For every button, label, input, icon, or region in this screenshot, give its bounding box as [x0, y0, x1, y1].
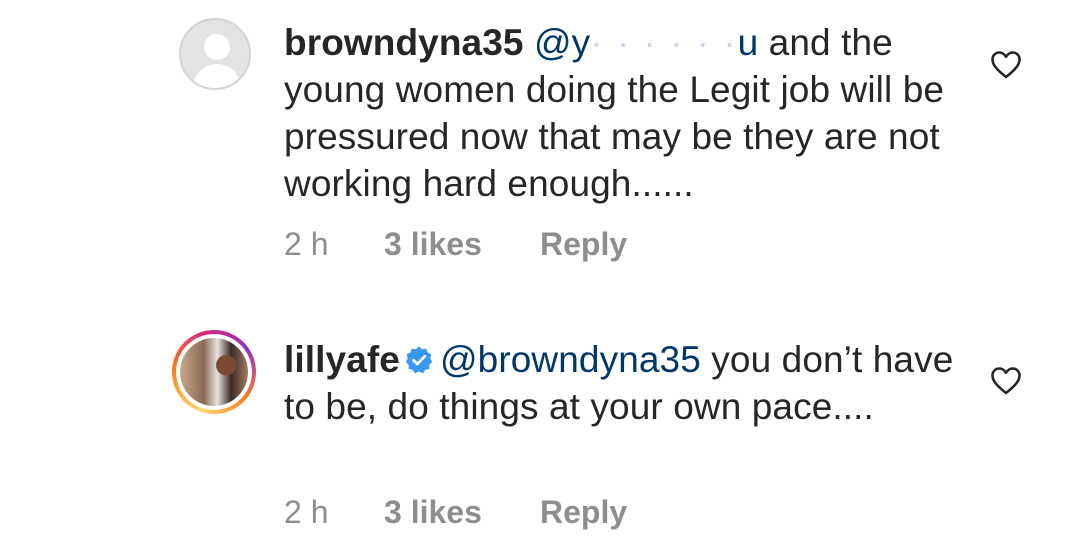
like-heart-icon[interactable]	[990, 366, 1022, 396]
comment-mention[interactable]: @browndyna35	[440, 339, 701, 380]
comment-mention[interactable]: @y· · · · · ·u	[534, 22, 758, 63]
obscured-mention-text: · · · · · ·	[590, 22, 738, 63]
reply-button[interactable]: Reply	[540, 494, 627, 531]
comment-timestamp: 2 h	[284, 226, 329, 262]
comment-text: browndyna35 @y· · · · · ·u and the young…	[284, 19, 954, 207]
verified-badge-icon	[405, 346, 433, 374]
avatar-photo	[180, 338, 248, 406]
comment-likes-count[interactable]: 3 likes	[384, 494, 540, 531]
avatar-story-ring[interactable]	[172, 330, 256, 414]
default-avatar-head-icon	[204, 34, 230, 60]
like-heart-icon[interactable]	[990, 50, 1022, 80]
comment-text: lillyafe @browndyna35 you don’t have to …	[284, 336, 954, 430]
default-avatar-body-icon	[193, 64, 241, 88]
avatar[interactable]	[179, 18, 251, 90]
avatar	[176, 334, 252, 410]
comment-username[interactable]: lillyafe	[284, 339, 400, 380]
comment-username[interactable]: browndyna35	[284, 22, 524, 63]
comment-likes-count[interactable]: 3 likes	[384, 226, 540, 263]
comment-meta: 2 h 3 likes Reply	[284, 494, 627, 531]
comment-meta: 2 h 3 likes Reply	[284, 226, 627, 263]
comment-timestamp: 2 h	[284, 494, 329, 530]
reply-button[interactable]: Reply	[540, 226, 627, 263]
